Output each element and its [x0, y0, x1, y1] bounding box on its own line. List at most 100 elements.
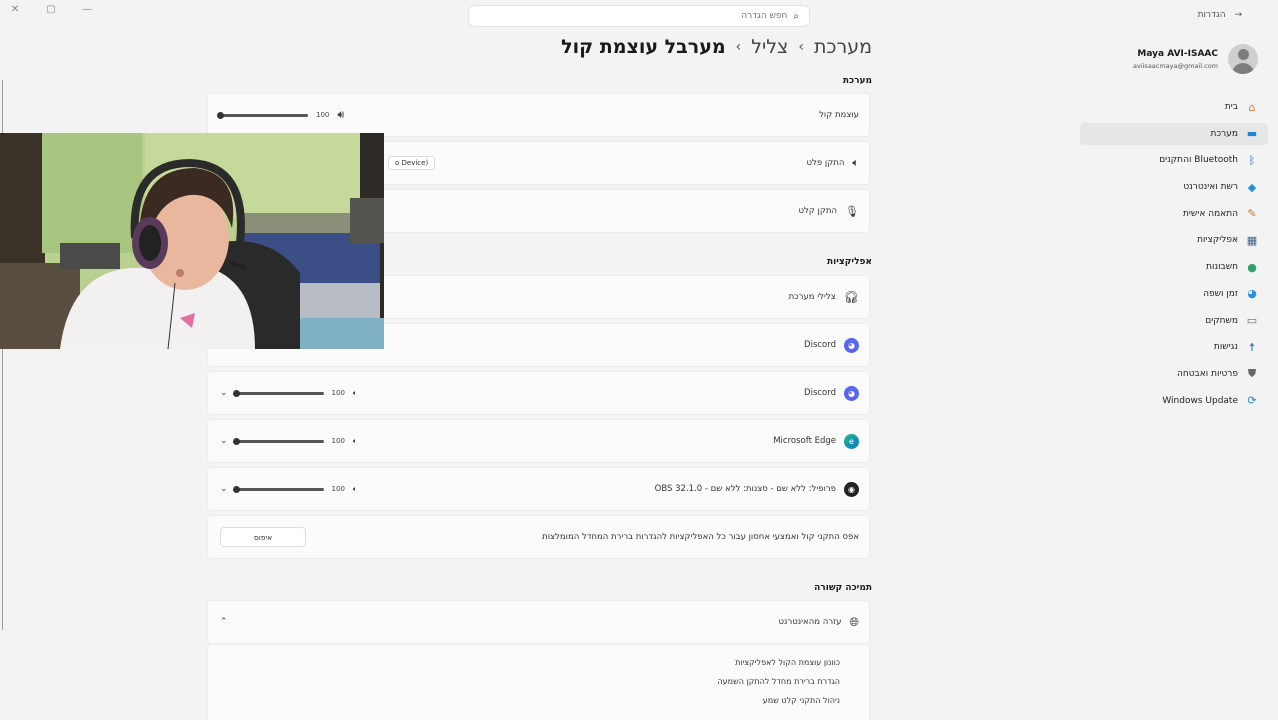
section-title-apps: אפליקציות — [827, 257, 872, 267]
app-volume-value: 100 — [331, 485, 345, 493]
reset-button[interactable]: איפוס — [220, 527, 306, 547]
speaker-icon[interactable]: 🔈︎ — [353, 485, 357, 494]
chevron-down-icon[interactable]: ⌄ — [220, 436, 228, 446]
sidebar-item-gaming[interactable]: ▭ משחקים — [1080, 310, 1268, 332]
accessibility-icon: ☨ — [1249, 340, 1255, 354]
sidebar-item-personalization[interactable]: ✎ התאמה אישית — [1080, 203, 1268, 225]
user-profile[interactable]: Maya AVI-ISAAC aviisaacmaya@gmail.com — [1133, 44, 1258, 74]
support-header-row[interactable]: ⌃ 🌐︎ עזרה מהאינטרנט — [207, 600, 870, 644]
support-header: עזרה מהאינטרנט — [778, 617, 842, 627]
search-placeholder: חפש הגדרה — [741, 11, 788, 21]
microphone-icon: 🎙︎ — [845, 204, 859, 218]
webcam-overlay — [0, 133, 384, 349]
app-row-edge[interactable]: ⌄ 100 🔈︎ e Microsoft Edge — [207, 419, 870, 463]
sidebar-item-label: בית — [1224, 102, 1238, 112]
discord-icon: ◕ — [844, 385, 859, 401]
section-title-support: תמיכה קשורה — [814, 583, 872, 593]
support-link[interactable]: כוונון עוצמת הקול לאפליקציות — [717, 658, 840, 667]
sidebar-item-windows-update[interactable]: ⟳ Windows Update — [1080, 390, 1268, 412]
sidebar-item-apps[interactable]: ▦ אפליקציות — [1080, 229, 1268, 251]
chevron-up-icon[interactable]: ⌃ — [220, 617, 228, 627]
app-volume-value: 100 — [331, 437, 345, 445]
user-email: aviisaacmaya@gmail.com — [1132, 61, 1218, 70]
webcam-illustration — [0, 133, 384, 349]
obs-icon: ◉ — [844, 481, 859, 497]
page-title: מערבל עוצמת קול — [561, 36, 726, 58]
sidebar-item-label: אפליקציות — [1197, 235, 1238, 246]
chevron-down-icon[interactable]: ⌄ — [220, 388, 228, 398]
slider-thumb[interactable] — [232, 437, 240, 445]
network-icon: ◆ — [1247, 180, 1257, 194]
window-controls: ✕ ▢ — — [8, 4, 94, 15]
output-label: התקן פלט — [806, 158, 845, 168]
support-link[interactable]: הגדרת ברירת מחדל להתקן השמעה — [717, 677, 840, 686]
sidebar-item-bluetooth[interactable]: ᛒ Bluetooth והתקנים — [1080, 149, 1268, 171]
speaker-icon[interactable]: 🔈︎ — [353, 389, 357, 398]
close-icon[interactable]: ✕ — [8, 4, 22, 15]
app-volume-slider[interactable] — [232, 437, 324, 445]
windows-update-icon: ⟳ — [1247, 394, 1257, 408]
avatar — [1228, 44, 1258, 74]
section-title-system: מערכת — [842, 76, 872, 86]
speaker-icon[interactable]: 🔊︎ — [337, 108, 344, 122]
gaming-icon: ▭ — [1246, 314, 1258, 327]
app-volume-value: 100 — [331, 389, 345, 397]
app-label: Microsoft Edge — [773, 436, 836, 446]
maximize-icon[interactable]: ▢ — [44, 4, 58, 15]
sidebar-item-label: התאמה אישית — [1183, 208, 1238, 219]
sidebar-item-home[interactable]: ⌂ בית — [1080, 96, 1268, 118]
app-row-discord-2[interactable]: ⌄ 100 🔈︎ ◕ Discord — [207, 371, 870, 415]
support-link[interactable]: ניהול התקני קלט שמע — [717, 696, 840, 705]
chevron-left-icon: › — [798, 39, 804, 55]
reset-description: אפס התקני קול ואמצעי אחסון עבור כל האפלי… — [542, 532, 859, 542]
user-name: Maya AVI-ISAAC — [1137, 48, 1218, 59]
accounts-icon: ● — [1247, 260, 1257, 274]
slider-thumb[interactable] — [232, 485, 240, 493]
sidebar-item-time-language[interactable]: ◕ זמן ושפה — [1080, 283, 1268, 305]
sidebar-item-network[interactable]: ◆ רשת ואינטרנט — [1080, 176, 1268, 198]
input-label: התקן קלט — [798, 206, 838, 216]
privacy-shield-icon: ⛊ — [1247, 366, 1257, 380]
apps-icon: ▦ — [1246, 233, 1258, 247]
volume-value: 100 — [316, 111, 330, 119]
chevron-down-icon[interactable]: ⌄ — [220, 484, 228, 494]
sidebar-item-label: נגישות — [1213, 342, 1238, 353]
volume-label: עוצמת קול — [819, 110, 859, 120]
home-icon: ⌂ — [1248, 100, 1256, 114]
speaker-icon[interactable]: 🔈︎ — [353, 437, 357, 446]
back-button[interactable]: הגדרות → — [1198, 10, 1242, 20]
sidebar-item-label: מערכת — [1210, 128, 1238, 139]
app-label: פרופיל: ללא שם - סצנות: ללא שם - OBS 32.… — [654, 484, 836, 494]
app-volume-slider[interactable] — [232, 485, 324, 493]
breadcrumb-system[interactable]: מערכת — [814, 36, 872, 58]
search-input[interactable]: ⌕ חפש הגדרה — [468, 5, 810, 27]
bluetooth-icon: ᛒ — [1248, 153, 1256, 167]
sidebar-item-privacy[interactable]: ⛊ פרטיות ואבטחה — [1080, 363, 1268, 385]
slider-thumb[interactable] — [217, 111, 224, 119]
sidebar-item-accounts[interactable]: ● חשבונות — [1080, 256, 1268, 278]
volume-row: 100 🔊︎ עוצמת קול — [207, 93, 870, 137]
app-volume-slider[interactable] — [232, 389, 324, 397]
search-icon: ⌕ — [793, 10, 799, 22]
volume-slider[interactable] — [217, 111, 308, 119]
personalization-icon: ✎ — [1247, 207, 1257, 221]
chevron-left-icon: › — [735, 39, 742, 55]
back-label: הגדרות — [1197, 10, 1226, 20]
app-row-obs[interactable]: ⌄ 100 🔈︎ ◉ פרופיל: ללא שם - סצנות: ללא ש… — [207, 467, 870, 511]
arrow-right-icon: → — [1234, 10, 1242, 20]
slider-thumb[interactable] — [232, 389, 240, 397]
sidebar-item-label: רשת ואינטרנט — [1183, 182, 1238, 193]
sidebar-item-system[interactable]: ▬ מערכת — [1080, 122, 1268, 145]
speaker-icon: 🔈︎ — [852, 156, 859, 169]
app-label: צלילי מערכת — [788, 292, 836, 302]
sidebar-item-label: חשבונות — [1206, 262, 1238, 273]
minimize-icon[interactable]: — — [80, 4, 94, 15]
globe-icon: 🌐︎ — [849, 614, 859, 629]
sidebar-item-label: זמן ושפה — [1203, 288, 1238, 299]
breadcrumb-sound[interactable]: צליל — [751, 36, 788, 58]
sidebar-item-label: משחקים — [1205, 315, 1238, 326]
edge-icon: e — [844, 433, 859, 449]
output-device-select[interactable]: o Device) — [388, 156, 436, 170]
time-language-icon: ◕ — [1247, 287, 1257, 301]
sidebar-item-accessibility[interactable]: ☨ נגישות — [1080, 336, 1268, 358]
